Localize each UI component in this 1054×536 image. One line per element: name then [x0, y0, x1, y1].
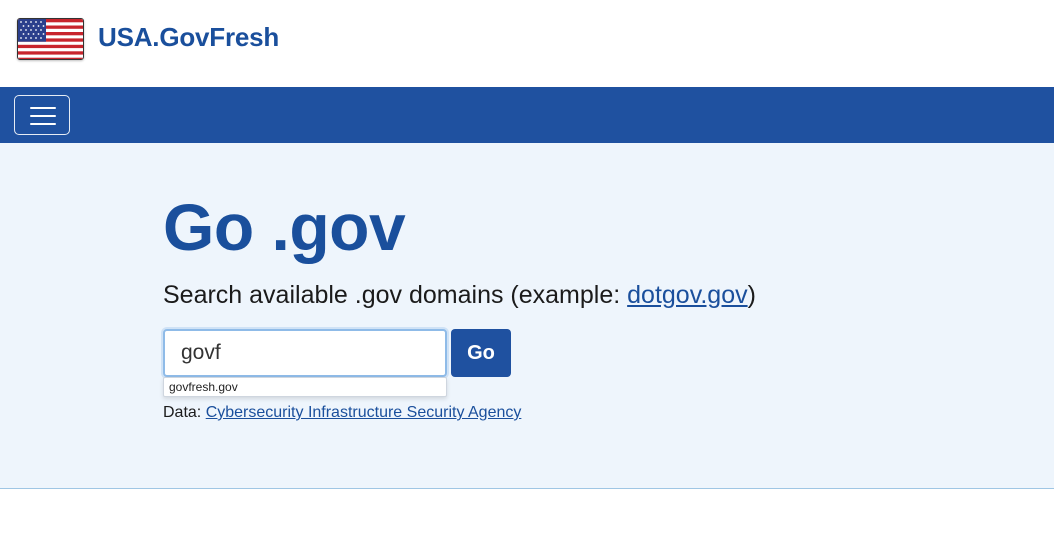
hamburger-menu-button[interactable] — [14, 95, 70, 135]
subtitle-text: Search available .gov domains (example: — [163, 281, 628, 309]
site-title[interactable]: USA.GovFresh — [98, 22, 279, 53]
autocomplete-suggestion[interactable]: govfresh.gov — [164, 378, 446, 396]
us-flag-icon[interactable] — [17, 18, 84, 60]
hero-section: Go .gov Search available .gov domains (e… — [0, 143, 1054, 489]
autocomplete-dropdown: govfresh.gov — [163, 377, 447, 397]
subtitle-suffix: ) — [747, 281, 756, 309]
go-button[interactable]: Go — [451, 329, 511, 377]
page-title: Go .gov — [163, 190, 406, 264]
domain-search-input[interactable] — [163, 329, 447, 377]
data-source: Data: Cybersecurity Infrastructure Secur… — [163, 404, 521, 422]
data-source-label: Data: — [163, 404, 206, 421]
example-domain-link[interactable]: dotgov.gov — [627, 281, 747, 309]
page-subtitle: Search available .gov domains (example: … — [163, 281, 756, 310]
site-header: USA.GovFresh — [0, 0, 1054, 87]
main-navbar — [0, 87, 1054, 143]
data-source-link[interactable]: Cybersecurity Infrastructure Security Ag… — [206, 404, 522, 421]
